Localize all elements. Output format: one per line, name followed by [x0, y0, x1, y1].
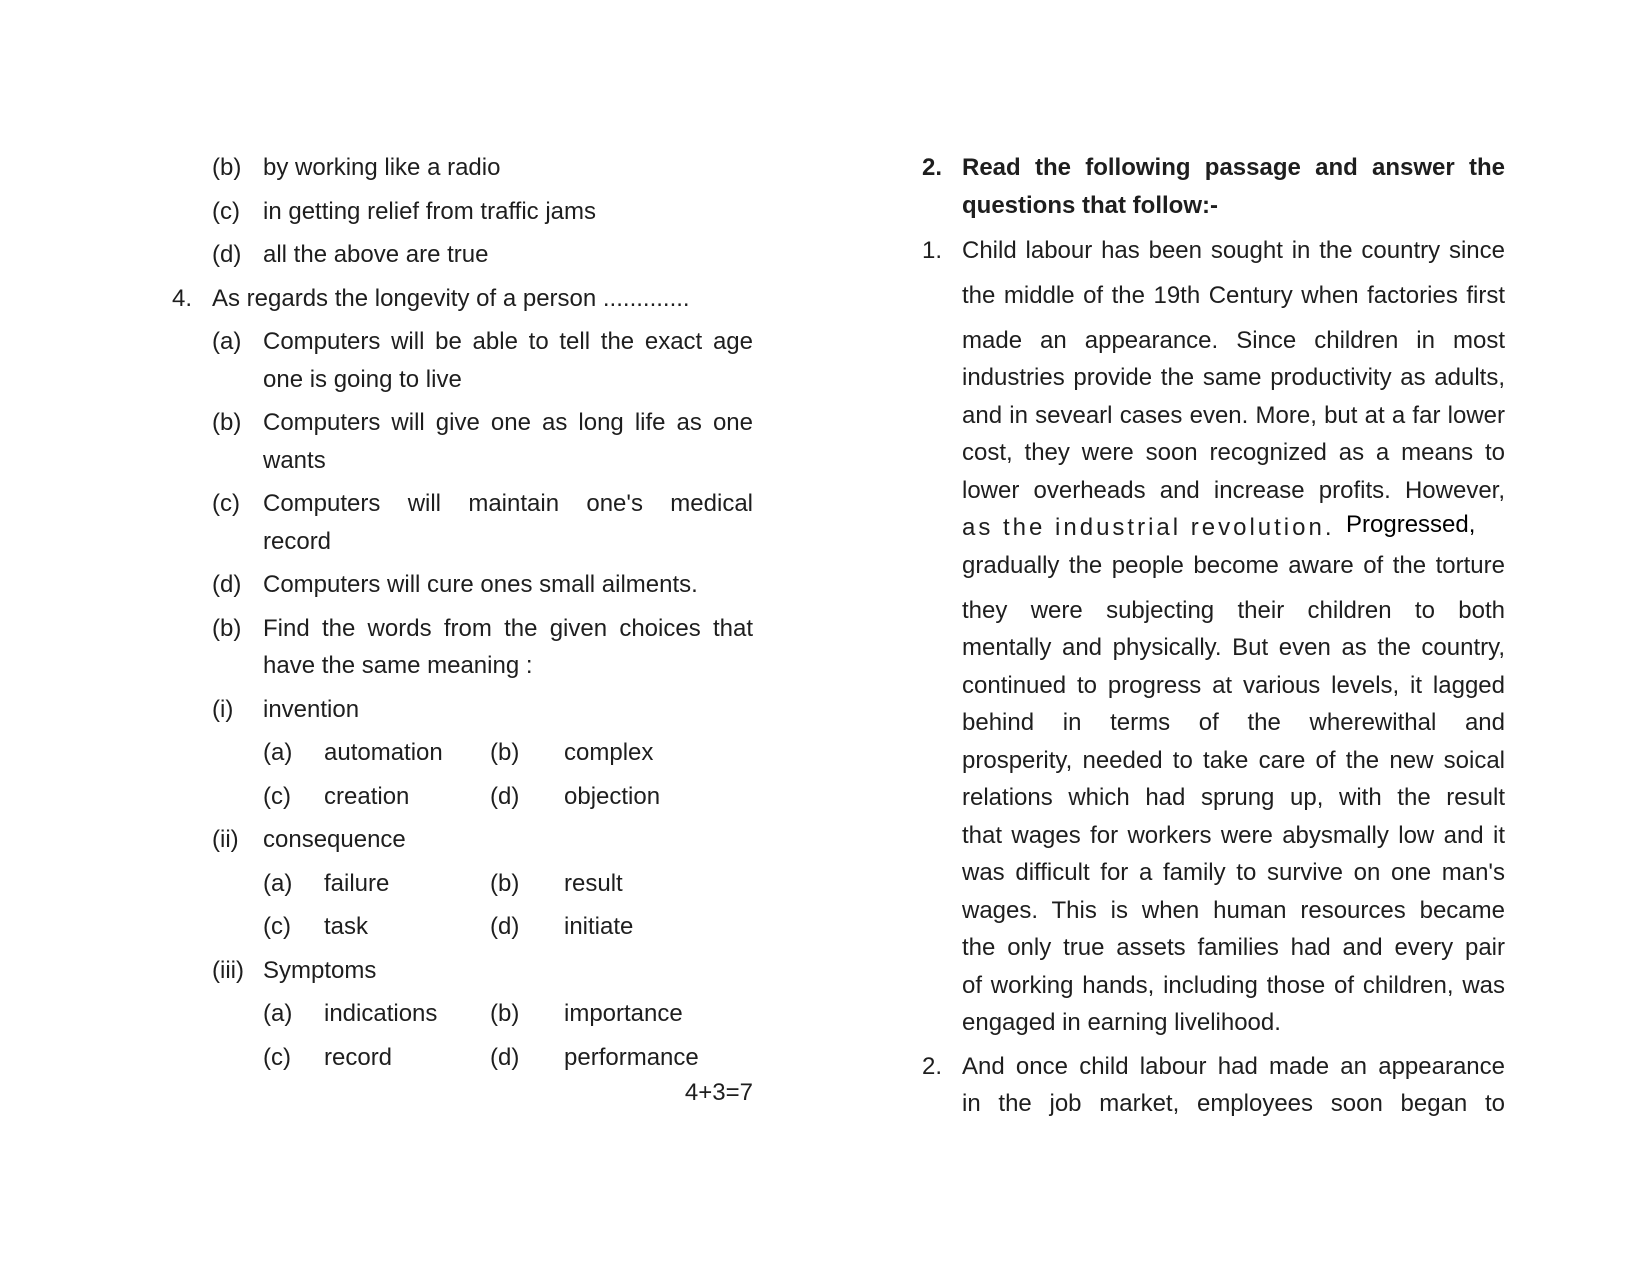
- option-text: by working like a radio: [263, 154, 501, 181]
- item-word: invention: [263, 695, 360, 723]
- choice-label: (d): [490, 1043, 520, 1071]
- choice-label: (c): [263, 1043, 291, 1071]
- paragraph-line: cost, they were soon recognized as a mea…: [962, 439, 1505, 466]
- paragraph-line: the middle of the 19th Century when fact…: [962, 281, 1505, 309]
- option-text-line: Computers will be able to tell the exact…: [263, 328, 753, 355]
- option-text-line: one is going to live: [263, 365, 462, 393]
- paragraph-line: wages. This is when human resources beca…: [962, 896, 1505, 924]
- choice-text: result: [564, 869, 623, 897]
- option-text-line: Computers will maintain one's medical: [263, 490, 753, 517]
- inserted-word: Progressed,: [1346, 511, 1476, 538]
- choice-label: (b): [490, 1000, 520, 1027]
- paragraph-line: engaged in earning livelihood.: [962, 1009, 1281, 1036]
- paragraph-line: they were subjecting their children to b…: [962, 596, 1505, 624]
- choice-text: record: [324, 1043, 393, 1071]
- option-label: (c): [212, 197, 240, 225]
- choice-text: objection: [564, 782, 661, 810]
- option-text-line: record: [263, 527, 332, 555]
- option-label: (a): [212, 328, 242, 355]
- paragraph-line: behind in terms of the wherewithal and: [962, 709, 1505, 736]
- paragraph-line: continued to progress at various levels,…: [962, 671, 1505, 699]
- part-label: (b): [212, 614, 242, 642]
- marks-total: 4+3=7: [684, 1079, 753, 1106]
- item-label: (i): [212, 695, 234, 723]
- paragraph-line: as the industrial revolution.: [962, 514, 1335, 541]
- choice-text: initiate: [564, 913, 634, 940]
- choice-label: (b): [490, 739, 520, 766]
- option-text: in getting relief from traffic jams: [263, 197, 597, 225]
- item-label: (ii): [212, 826, 239, 853]
- paragraph-line: the only true assets families had and ev…: [962, 934, 1505, 961]
- paragraph-line: And once child labour had made an appear…: [962, 1052, 1505, 1080]
- choice-text: importance: [564, 1000, 683, 1027]
- paragraph-number: 1.: [922, 236, 943, 264]
- paragraph-line: in the job market, employees soon began …: [962, 1090, 1505, 1117]
- choice-text: automation: [324, 739, 443, 766]
- option-label: (b): [212, 409, 242, 436]
- paragraph-line: industries provide the same productivity…: [962, 364, 1505, 391]
- choice-label: (c): [263, 782, 291, 810]
- paragraph-line: prosperity, needed to take care of the n…: [962, 746, 1505, 774]
- paragraph-line: and in sevearl cases even. More, but at …: [962, 401, 1505, 429]
- question-heading-line: Read the following passage and answer th…: [962, 154, 1505, 181]
- option-text-line: Computers will cure ones small ailments.: [263, 571, 698, 598]
- choice-text: complex: [564, 739, 654, 766]
- paragraph-line: that wages for workers were abysmally lo…: [962, 821, 1505, 849]
- option-label: (c): [212, 490, 240, 517]
- option-label: (d): [212, 241, 242, 268]
- choice-label: (c): [263, 913, 291, 940]
- choice-label: (b): [490, 869, 520, 897]
- choice-label: (a): [263, 869, 293, 897]
- option-label: (d): [212, 571, 242, 598]
- instruction-line: Find the words from the given choices th…: [263, 614, 753, 642]
- paragraph-line: of working hands, including those of chi…: [962, 971, 1505, 999]
- choice-label: (a): [263, 739, 293, 766]
- option-text-line: wants: [263, 446, 326, 474]
- paragraph-line: relations which had sprung up, with the …: [962, 784, 1505, 811]
- option-text-line: Computers will give one as long life as …: [263, 409, 753, 436]
- question-number: 2.: [922, 154, 943, 181]
- choice-text: task: [324, 913, 369, 940]
- question-text: As regards the longevity of a person ...…: [212, 284, 690, 312]
- instruction-line: have the same meaning :: [263, 652, 533, 679]
- paragraph-line: made an appearance. Since children in mo…: [962, 326, 1505, 354]
- paragraph-line: gradually the people become aware of the…: [962, 551, 1505, 579]
- item-word: consequence: [263, 826, 406, 853]
- choice-text: failure: [324, 869, 390, 897]
- choice-text: indications: [324, 1000, 438, 1027]
- paragraph-number: 2.: [922, 1052, 943, 1080]
- choice-label: (d): [490, 913, 520, 940]
- paragraph-line: was difficult for a family to survive on…: [962, 859, 1505, 886]
- question-number: 4.: [172, 284, 193, 312]
- paragraph-line: lower overheads and increase profits. Ho…: [962, 476, 1505, 504]
- option-label: (b): [212, 154, 242, 181]
- option-text: all the above are true: [263, 241, 489, 268]
- choice-label: (a): [263, 1000, 293, 1027]
- paragraph-line: Child labour has been sought in the coun…: [962, 236, 1505, 264]
- choice-text: creation: [324, 782, 410, 810]
- choice-text: performance: [564, 1043, 699, 1071]
- item-label: (iii): [212, 956, 244, 984]
- question-heading-line: questions that follow:-: [962, 191, 1218, 219]
- item-word: Symptoms: [263, 956, 377, 984]
- paragraph-line: mentally and physically. But even as the…: [962, 634, 1505, 661]
- choice-label: (d): [490, 782, 520, 810]
